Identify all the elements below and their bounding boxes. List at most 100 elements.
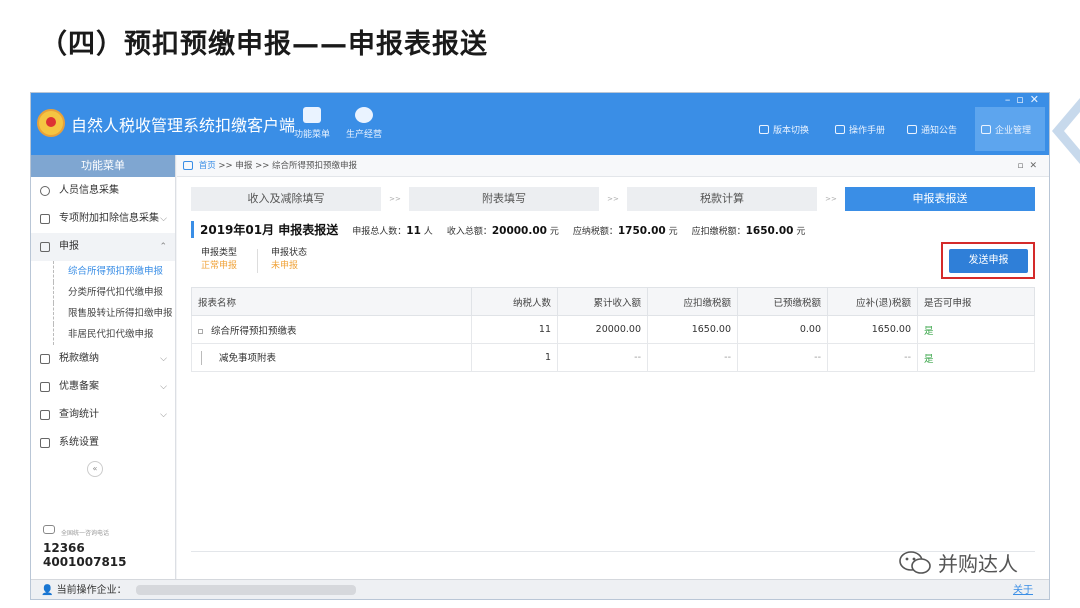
table-cell: --: [737, 343, 828, 372]
col-header: 纳税人数: [471, 287, 558, 316]
slide-title: （四）预扣预缴申报——申报表报送: [40, 29, 488, 60]
decor-chevron-icon: [1052, 98, 1080, 164]
app-window: 自然人税收管理系统扣缴客户端 功能菜单 生产经营 版本切换 操作手册 通知公告 …: [30, 92, 1050, 600]
sidebar-sub-restricted-stock[interactable]: 限售股转让所得扣缴申报: [53, 303, 175, 324]
table-cell: 综合所得预扣预缴表: [191, 315, 472, 344]
mail-icon: [907, 125, 917, 134]
declare-status: 申报状态 未申报: [271, 247, 307, 273]
link-label: 版本切换: [773, 126, 810, 136]
table-cell: 减免事项附表: [191, 343, 472, 372]
user-icon: 👤: [41, 585, 54, 596]
switch-icon: [759, 125, 769, 134]
breadcrumb-home[interactable]: 首页: [199, 161, 216, 171]
summary-tax-payable: 应纳税额：1750.00 元: [572, 225, 678, 237]
window-controls[interactable]: –▫✕: [1005, 93, 1045, 106]
link-label: 操作手册: [849, 126, 886, 136]
sidebar-sub-comprehensive[interactable]: 综合所得预扣预缴申报: [53, 261, 175, 282]
declare-status-label: 申报状态: [271, 248, 308, 258]
table-row[interactable]: 减免事项附表 1 -- -- -- -- 是: [191, 343, 1035, 372]
toolbar-production[interactable]: 生产经营: [339, 107, 389, 140]
sidebar-sub-classified[interactable]: 分类所得代扣代缴申报: [53, 282, 175, 303]
toolbar-label: 生产经营: [345, 130, 382, 140]
report-title: 2019年01月 申报表报送: [191, 221, 338, 238]
col-header: 应扣缴税额: [647, 287, 738, 316]
table-cell: --: [557, 343, 648, 372]
col-header: 应补(退)税额: [827, 287, 918, 316]
toolbar-label: 功能菜单: [293, 130, 330, 140]
step-separator: >>: [389, 195, 401, 203]
table-cell: 是: [917, 343, 1035, 372]
hotline-label: 全国统一咨询电话: [61, 530, 110, 537]
chevron-down-icon: ⌵: [160, 410, 167, 420]
breadcrumb-level2: 综合所得预扣预缴申报: [272, 161, 358, 171]
building-icon: [981, 125, 991, 134]
about-link[interactable]: 关于: [1013, 580, 1033, 599]
link-label: 通知公告: [921, 126, 958, 136]
step-tax-calc[interactable]: 税款计算: [627, 187, 817, 211]
table-cell: 1: [471, 343, 558, 372]
sidebar-collapse-button[interactable]: «: [87, 461, 103, 477]
grid-icon: [40, 242, 50, 252]
table-cell: 是: [917, 315, 1035, 344]
sidebar-item-label: 专项附加扣除信息采集: [59, 213, 159, 224]
step-submit[interactable]: 申报表报送: [845, 187, 1035, 211]
watermark: 并购达人: [898, 548, 1018, 577]
sidebar-item-declare[interactable]: 申报 ⌃: [31, 233, 175, 261]
table-cell: 11: [471, 315, 558, 344]
sidebar-item-settings[interactable]: 系统设置: [31, 429, 175, 457]
grid-icon: [40, 410, 50, 420]
sidebar-item-special-deduction[interactable]: 专项附加扣除信息采集 ⌵: [31, 205, 175, 233]
col-header: 已预缴税额: [737, 287, 828, 316]
summary-people: 申报总人数：11 人: [352, 225, 433, 237]
link-label: 企业管理: [995, 126, 1032, 136]
chevron-down-icon: ⌵: [160, 382, 167, 392]
declare-type-label: 申报类型: [201, 248, 238, 258]
tab-controls[interactable]: ▫✕: [1017, 155, 1043, 177]
table-row[interactable]: 综合所得预扣预缴表 11 20000.00 1650.00 0.00 1650.…: [191, 315, 1035, 344]
toolbar-function-menu[interactable]: 功能菜单: [287, 107, 337, 140]
summary-withheld: 应扣缴税额：1650.00 元: [691, 225, 806, 237]
step-income[interactable]: 收入及减除填写: [191, 187, 381, 211]
version-switch-link[interactable]: 版本切换: [759, 123, 809, 136]
hotline-number: 4001007815: [43, 555, 127, 569]
enterprise-link[interactable]: 企业管理: [981, 123, 1031, 136]
send-declaration-button[interactable]: 发送申报: [949, 249, 1028, 273]
wechat-icon: [899, 550, 931, 574]
col-header: 报表名称: [191, 287, 472, 316]
title-bar: 自然人税收管理系统扣缴客户端 功能菜单 生产经营 版本切换 操作手册 通知公告 …: [31, 93, 1049, 155]
sidebar-item-label: 人员信息采集: [59, 185, 119, 196]
breadcrumb-level1[interactable]: 申报: [235, 161, 252, 171]
sidebar: 功能菜单 人员信息采集 专项附加扣除信息采集 ⌵ 申报 ⌃ 综合所得预扣预缴申报…: [31, 155, 176, 599]
hotline-number: 12366: [43, 541, 85, 555]
chevron-down-icon: ⌵: [160, 214, 167, 224]
sidebar-item-query[interactable]: 查询统计 ⌵: [31, 401, 175, 429]
main-content: 首页 >> 申报 >> 综合所得预扣预缴申报 ▫✕ 收入及减除填写 >> 附表填…: [177, 155, 1049, 579]
grid-icon: [40, 354, 50, 364]
step-separator: >>: [607, 195, 619, 203]
coins-icon: [355, 107, 373, 123]
home-icon: [183, 161, 193, 170]
report-summary: 2019年01月 申报表报送 申报总人数：11 人 收入总额：20000.00 …: [191, 221, 805, 238]
list-icon: [40, 214, 50, 224]
sidebar-sub-nonresident[interactable]: 非居民代扣代缴申报: [53, 324, 175, 345]
tree-expand-icon[interactable]: [198, 328, 203, 334]
sidebar-item-person-info[interactable]: 人员信息采集: [31, 177, 175, 205]
table-cell: --: [647, 343, 738, 372]
sidebar-item-label: 税款缴纳: [59, 353, 99, 364]
send-highlight-frame: 发送申报: [941, 242, 1035, 279]
sidebar-item-preferential[interactable]: 优惠备案 ⌵: [31, 373, 175, 401]
chevron-up-icon: ⌃: [159, 242, 167, 252]
table-cell: 1650.00: [827, 315, 918, 344]
chevron-down-icon: ⌵: [160, 354, 167, 364]
step-attachment[interactable]: 附表填写: [409, 187, 599, 211]
step-bar: 收入及减除填写 >> 附表填写 >> 税款计算 >> 申报表报送: [191, 187, 1035, 211]
tree-line-icon: [201, 351, 211, 366]
status-bar: 👤 当前操作企业： 关于: [31, 579, 1049, 599]
watermark-text: 并购达人: [938, 552, 1018, 576]
hotline: 全国统一咨询电话 12366 4001007815: [43, 527, 127, 569]
sidebar-item-label: 系统设置: [59, 437, 99, 448]
sidebar-item-tax-payment[interactable]: 税款缴纳 ⌵: [31, 345, 175, 373]
notice-link[interactable]: 通知公告: [907, 123, 957, 136]
manual-link[interactable]: 操作手册: [835, 123, 885, 136]
declare-type: 申报类型 正常申报: [201, 247, 237, 273]
